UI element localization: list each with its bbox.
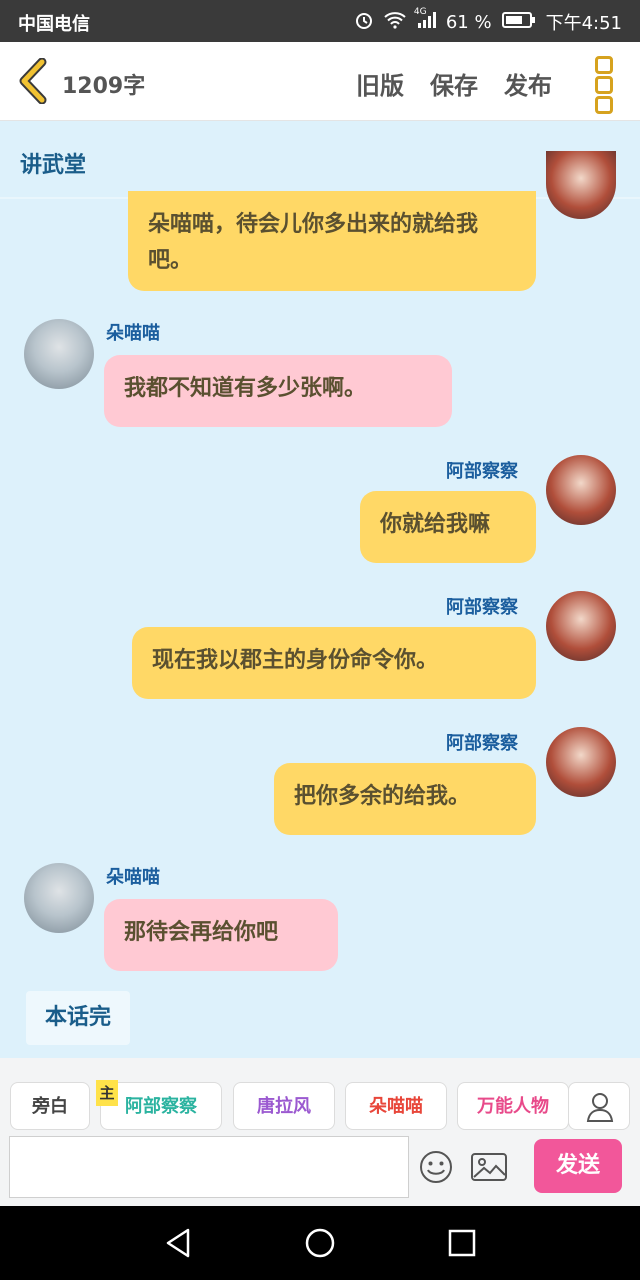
avatar[interactable] [546,151,616,219]
message-text: 那待会再给你吧 [124,920,279,945]
avatar-image [546,455,616,525]
more-menu-button[interactable] [590,56,618,114]
status-bar: 中国电信 4G 61 % 下午4:51 [0,0,640,42]
role-chip-abuchacha[interactable]: 阿部察察 [100,1082,222,1130]
send-button[interactable]: 发送 [534,1139,622,1193]
chapter-end-marker: 本话完 [26,991,130,1045]
home-circle-icon[interactable] [303,1226,337,1260]
speaker-name: 阿部察察 [446,597,518,618]
avatar-image [546,727,616,797]
avatar-image [24,319,94,389]
menu-dot [595,76,613,94]
speaker-name: 阿部察察 [446,733,518,754]
alarm-icon [354,10,374,35]
avatar-image [546,151,616,219]
avatar-image [546,591,616,661]
save-button[interactable]: 保存 [430,66,478,101]
speaker-name: 朵喵喵 [106,867,160,888]
status-icons: 4G 61 % 下午4:51 [354,7,622,35]
message-text: 你就给我嘛 [380,512,491,537]
message-text: 把你多余的给我。 [294,784,471,809]
speaker-name: 阿部察察 [446,461,518,482]
battery-icon [501,11,536,34]
avatar[interactable] [24,863,94,933]
recent-apps-icon[interactable] [446,1227,478,1259]
clock: 下午4:51 [545,13,622,34]
carrier-name: 中国电信 [18,14,90,35]
message-bubble[interactable]: 朵喵喵，待会儿你多出来的就给我吧。 [128,191,536,291]
avatar[interactable] [24,319,94,389]
role-chip-narrator[interactable]: 旁白 [10,1082,90,1130]
wifi-icon [384,11,406,34]
add-role-button[interactable] [568,1082,630,1130]
publish-button[interactable]: 发布 [504,66,552,101]
old-version-button[interactable]: 旧版 [356,66,404,101]
message-bubble[interactable]: 你就给我嘛 [360,491,536,563]
message-text: 我都不知道有多少张啊。 [124,376,367,401]
system-nav-bar [0,1206,640,1280]
back-button[interactable] [16,57,52,105]
message-bubble[interactable]: 我都不知道有多少张啊。 [104,355,452,427]
avatar-image [24,863,94,933]
message-text: 朵喵喵，待会儿你多出来的就给我吧。 [148,212,479,273]
menu-dot [595,96,613,114]
avatar[interactable] [546,455,616,525]
role-chip-universal[interactable]: 万能人物 [457,1082,569,1130]
signal-icon: 4G [414,7,436,34]
message-text: 现在我以郡主的身份命令你。 [152,648,439,673]
channel-title: 讲武堂 [20,153,87,178]
avatar[interactable] [546,727,616,797]
chat-area[interactable]: 讲武堂 朵喵喵，待会儿你多出来的就给我吧。 朵喵喵 我都不知道有多少张啊。 阿部… [0,121,640,1058]
emoji-button[interactable] [418,1149,454,1185]
top-bar: 1209字 旧版 保存 发布 [0,42,640,121]
avatar[interactable] [546,591,616,661]
message-input[interactable] [9,1136,409,1198]
role-chip-duomiaomiao[interactable]: 朵喵喵 [345,1082,447,1130]
speaker-name: 朵喵喵 [106,323,160,344]
smiley-icon [420,1151,452,1183]
message-bubble[interactable]: 把你多余的给我。 [274,763,536,835]
menu-dot [595,56,613,74]
chevron-left-icon [19,57,47,105]
role-chip-tanglafeng[interactable]: 唐拉风 [233,1082,335,1130]
image-button[interactable] [470,1151,508,1183]
main-role-badge: 主 [96,1080,118,1106]
back-triangle-icon[interactable] [162,1226,194,1260]
message-bubble[interactable]: 现在我以郡主的身份命令你。 [132,627,536,699]
word-count: 1209字 [62,74,146,99]
message-bubble[interactable]: 那待会再给你吧 [104,899,338,971]
battery-percent: 61 % [445,11,492,33]
person-icon [586,1093,614,1122]
network-type: 4G [413,6,427,17]
image-icon [471,1153,507,1181]
